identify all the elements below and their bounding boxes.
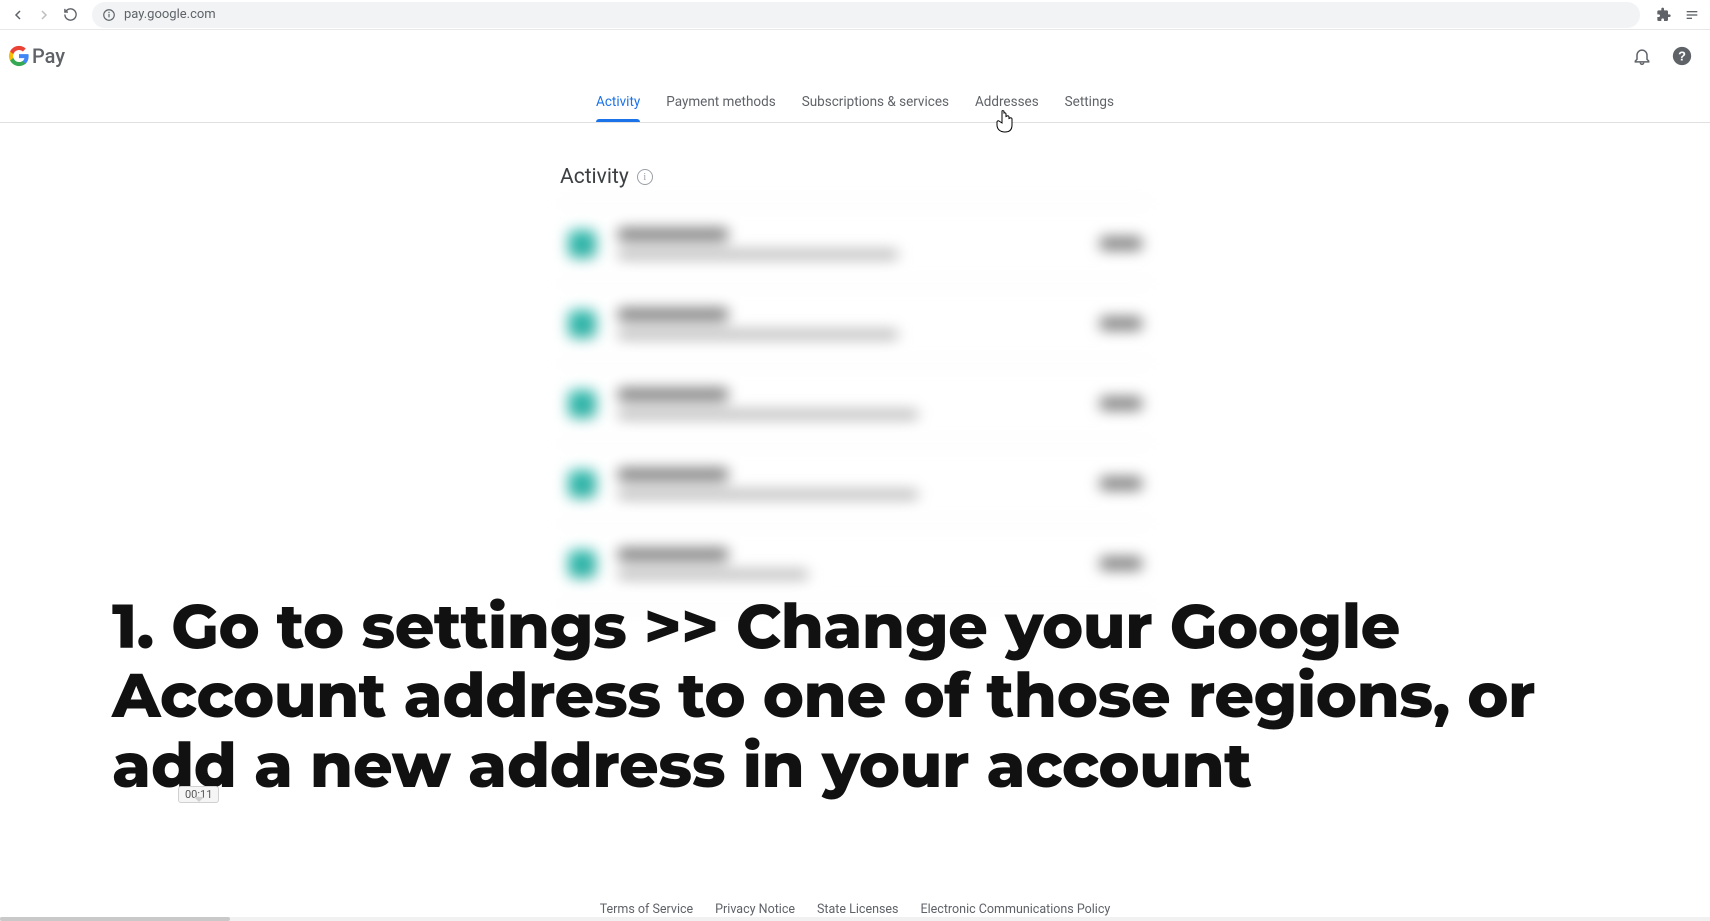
- merchant-icon: [568, 470, 596, 498]
- footer-link-licenses[interactable]: State Licenses: [817, 902, 899, 917]
- amount: [1100, 477, 1142, 490]
- section-title: Activity i: [560, 165, 1150, 203]
- section-title-text: Activity: [560, 165, 629, 189]
- video-timestamp: 00:11: [178, 786, 219, 803]
- address-bar-url: pay.google.com: [124, 7, 216, 22]
- tab-subscriptions[interactable]: Subscriptions & services: [789, 82, 962, 122]
- tab-label: Addresses: [975, 94, 1039, 110]
- horizontal-scrollbar[interactable]: [0, 917, 1710, 921]
- footer-link-ecomm[interactable]: Electronic Communications Policy: [921, 902, 1111, 917]
- activity-list: [560, 203, 1150, 604]
- gpay-logo[interactable]: Pay: [8, 44, 65, 68]
- tab-label: Subscriptions & services: [802, 94, 949, 110]
- merchant-icon: [568, 310, 596, 338]
- merchant-icon: [568, 390, 596, 418]
- amount: [1100, 557, 1142, 570]
- amount: [1100, 317, 1142, 330]
- merchant-icon: [568, 230, 596, 258]
- browser-menu-icon[interactable]: [1680, 3, 1704, 27]
- amount: [1100, 237, 1142, 250]
- tab-activity[interactable]: Activity: [583, 82, 653, 122]
- tab-settings[interactable]: Settings: [1052, 82, 1127, 122]
- help-icon[interactable]: ?: [1662, 36, 1702, 76]
- google-g-icon: [8, 45, 30, 67]
- instruction-overlay: 1. Go to settings >> Change your Google …: [112, 592, 1590, 800]
- main-content: Activity i: [560, 123, 1150, 604]
- tab-label: Settings: [1065, 94, 1114, 110]
- notifications-icon[interactable]: [1622, 36, 1662, 76]
- app-header: Pay ?: [0, 30, 1710, 82]
- tab-label: Activity: [596, 94, 640, 110]
- info-icon[interactable]: i: [637, 169, 653, 185]
- tabs-row: Activity Payment methods Subscriptions &…: [0, 82, 1710, 123]
- browser-forward-button[interactable]: [32, 3, 56, 27]
- gpay-word: Pay: [32, 44, 65, 68]
- activity-row[interactable]: [560, 204, 1150, 284]
- tab-label: Payment methods: [666, 94, 775, 110]
- footer-link-tos[interactable]: Terms of Service: [600, 902, 693, 917]
- activity-row[interactable]: [560, 444, 1150, 524]
- footer-links: Terms of Service Privacy Notice State Li…: [0, 902, 1710, 917]
- extensions-icon[interactable]: [1652, 3, 1676, 27]
- browser-reload-button[interactable]: [58, 3, 82, 27]
- tab-addresses[interactable]: Addresses: [962, 82, 1052, 122]
- amount: [1100, 397, 1142, 410]
- browser-bar: pay.google.com: [0, 0, 1710, 30]
- activity-row[interactable]: [560, 364, 1150, 444]
- svg-text:?: ?: [1678, 49, 1686, 64]
- browser-back-button[interactable]: [6, 3, 30, 27]
- activity-row[interactable]: [560, 284, 1150, 364]
- tab-payment-methods[interactable]: Payment methods: [653, 82, 788, 122]
- address-bar[interactable]: pay.google.com: [92, 2, 1640, 28]
- merchant-icon: [568, 550, 596, 578]
- footer-link-privacy[interactable]: Privacy Notice: [715, 902, 795, 917]
- site-info-icon[interactable]: [102, 8, 116, 22]
